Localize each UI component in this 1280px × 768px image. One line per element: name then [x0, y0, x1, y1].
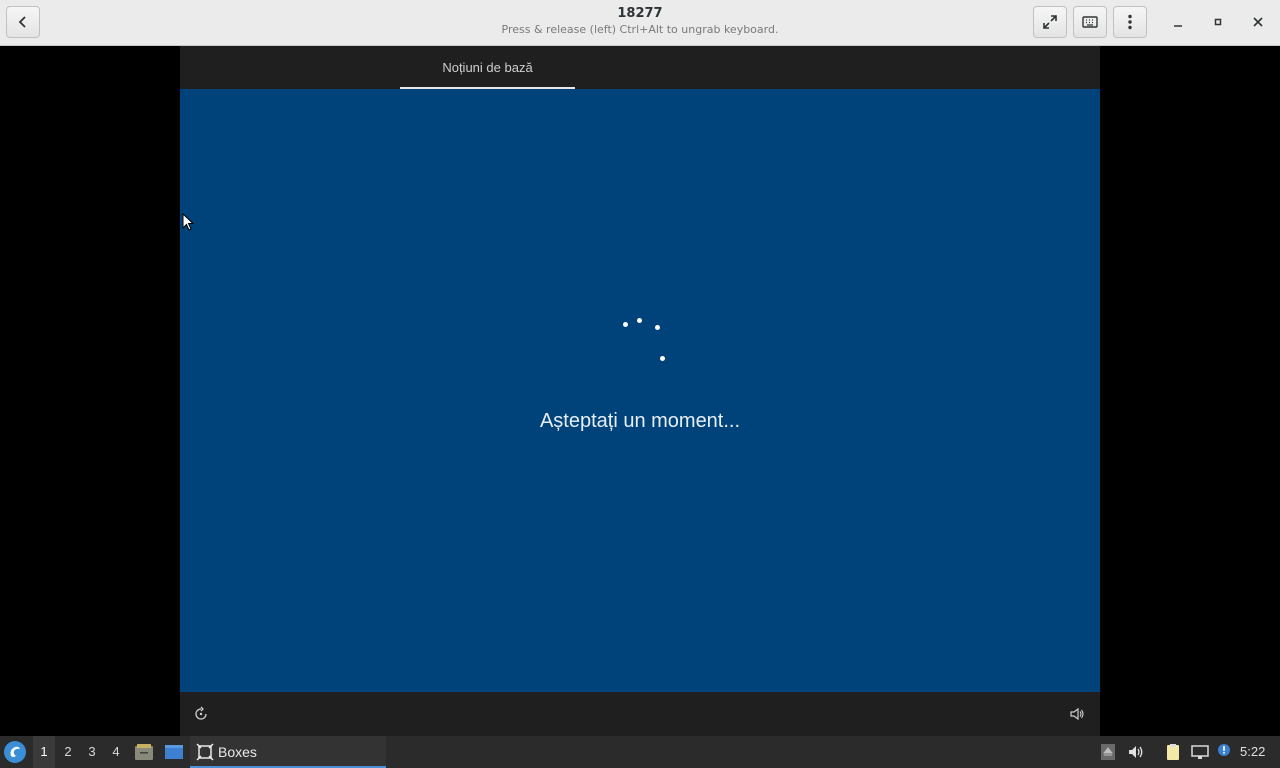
spinner-dot: [623, 322, 628, 327]
workspace-4[interactable]: 4: [105, 736, 127, 768]
task-label: Boxes: [218, 744, 257, 760]
setup-bottom-bar: [180, 692, 1100, 736]
spinner-dot: [660, 356, 665, 361]
taskbar-task-boxes[interactable]: Boxes: [190, 736, 386, 768]
minimize-icon: [1174, 25, 1182, 27]
minimize-button[interactable]: [1166, 10, 1190, 34]
network-icon[interactable]: [1191, 743, 1209, 761]
show-desktop-icon[interactable]: [164, 743, 184, 761]
clipboard-icon[interactable]: [1164, 743, 1182, 761]
volume-icon[interactable]: [1127, 743, 1145, 761]
vm-display[interactable]: Noțiuni de bază Așteptați un moment...: [180, 46, 1100, 736]
close-button[interactable]: [1246, 10, 1270, 34]
mouse-cursor-icon: [182, 213, 194, 231]
ease-of-access-button[interactable]: [192, 705, 210, 723]
maximize-icon: [1214, 18, 1222, 26]
file-manager-icon[interactable]: [134, 743, 154, 761]
start-menu-button[interactable]: [4, 741, 26, 763]
taskbar: 1 2 3 4 Boxes 5:22: [0, 736, 1280, 768]
status-text: Așteptați un moment...: [539, 410, 741, 432]
speaker-icon: [1070, 707, 1084, 721]
window-subtitle: Press & release (left) Ctrl+Alt to ungra…: [501, 23, 779, 36]
fullscreen-icon: [1043, 15, 1057, 29]
close-icon: [1253, 17, 1263, 27]
clock[interactable]: 5:22: [1240, 736, 1265, 768]
maximize-button[interactable]: [1206, 10, 1230, 34]
back-button[interactable]: [6, 6, 40, 38]
window-title: 18277: [617, 6, 663, 21]
title-area: 18277 Press & release (left) Ctrl+Alt to…: [400, 6, 880, 37]
ease-of-access-icon: [195, 706, 207, 720]
spinner-dot: [655, 325, 660, 330]
workspace-2[interactable]: 2: [57, 736, 79, 768]
boxes-app-icon: [196, 743, 214, 761]
workspace-1[interactable]: 1: [33, 736, 55, 768]
keyboard-icon: [1082, 16, 1098, 28]
fullscreen-button[interactable]: [1033, 6, 1067, 38]
header-bar: 18277 Press & release (left) Ctrl+Alt to…: [0, 0, 1280, 46]
keyboard-button[interactable]: [1073, 6, 1107, 38]
loading-spinner: [180, 46, 1100, 692]
notification-icon[interactable]: [1215, 743, 1233, 761]
menu-button[interactable]: [1113, 6, 1147, 38]
volume-button[interactable]: [1068, 705, 1086, 723]
distro-logo-icon: [10, 746, 20, 757]
eject-icon[interactable]: [1099, 743, 1117, 761]
spinner-dot: [637, 318, 642, 323]
chevron-left-icon: [18, 16, 26, 28]
workspace-3[interactable]: 3: [81, 736, 103, 768]
more-vertical-icon: [1128, 14, 1132, 30]
